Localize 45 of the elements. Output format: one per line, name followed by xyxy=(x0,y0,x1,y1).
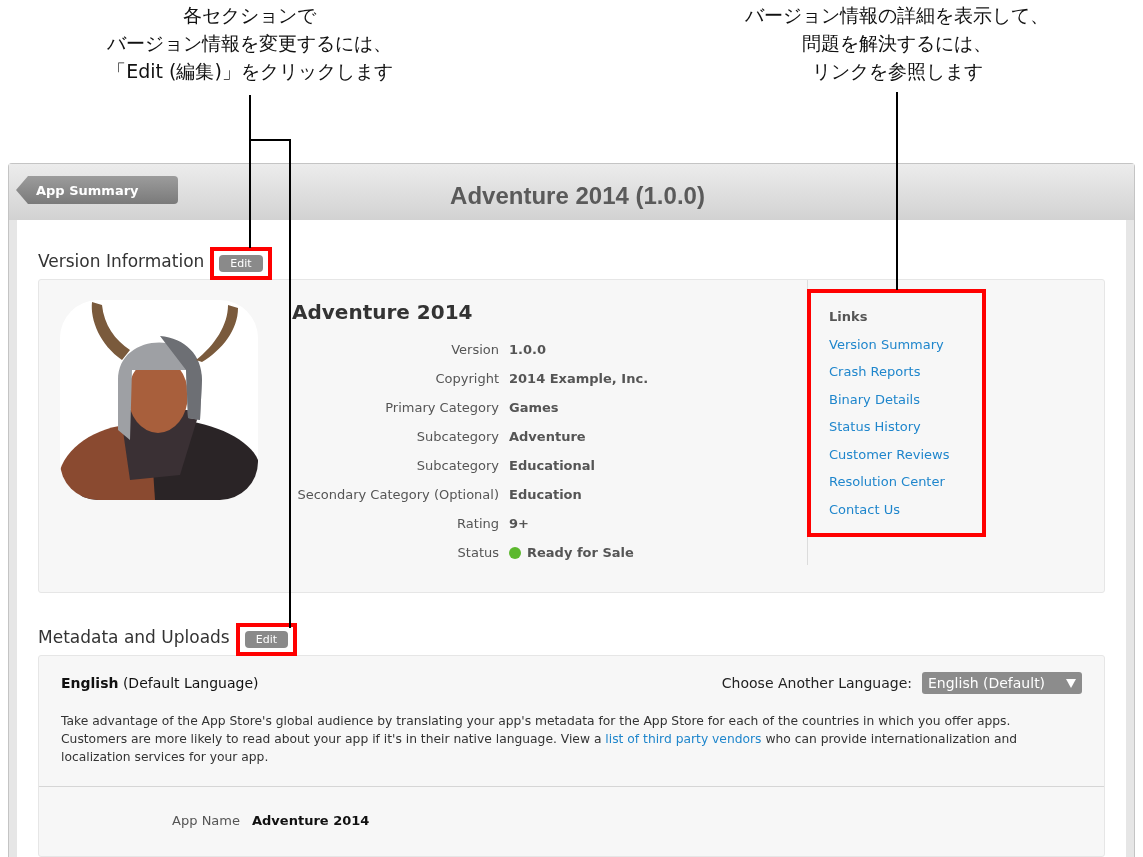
detail-value: Educational xyxy=(509,457,596,475)
edit-button[interactable]: Edit xyxy=(244,631,289,648)
section-title: Metadata and Uploads xyxy=(38,627,230,649)
callout-text: 問題を解決するには、 xyxy=(801,31,993,56)
language-select[interactable]: English (Default) xyxy=(922,672,1082,694)
link[interactable]: Contact Us xyxy=(829,499,982,519)
app-title: Adventure 2014 xyxy=(292,300,474,324)
edit-button[interactable]: Edit xyxy=(219,255,263,272)
link[interactable]: Crash Reports xyxy=(829,362,982,382)
detail-label: Copyright xyxy=(434,370,499,388)
link[interactable]: Resolution Center xyxy=(829,472,982,492)
detail-label: Subcategory xyxy=(415,457,499,475)
detail-value: 9+ xyxy=(509,515,530,533)
link[interactable]: Status History xyxy=(829,417,982,437)
description-text: Take advantage of the App Store's global audience by translating your app's metadata for the App Store for each of the countries in which you offer apps. Customers are more likely to read about your app if it's in their native language. View a list of third party vendors who can provide internationalization and localization services for your app. xyxy=(39,694,1104,787)
detail-value: Games xyxy=(509,399,560,417)
link[interactable]: Version Summary xyxy=(829,334,982,354)
back-button[interactable]: App Summary xyxy=(16,176,178,204)
detail-label: Primary Category xyxy=(384,399,499,417)
detail-label: Secondary Category (Optional) xyxy=(296,486,499,504)
link[interactable]: Binary Details xyxy=(829,389,982,409)
detail-label: Rating xyxy=(456,515,499,533)
field-value: Adventure 2014 xyxy=(252,813,371,828)
detail-value: Education xyxy=(509,486,583,504)
detail-label: Status xyxy=(456,544,499,562)
choose-language-label: Choose Another Language: xyxy=(721,675,912,691)
detail-label: Version xyxy=(450,341,499,359)
language-label: English (Default Language) xyxy=(61,675,259,691)
vendors-link[interactable]: list of third party vendors xyxy=(605,732,762,746)
detail-value: 2014 Example, Inc. xyxy=(509,370,650,388)
detail-value: Adventure xyxy=(509,428,587,446)
section-title: Version Information xyxy=(38,251,205,273)
detail-label: Subcategory xyxy=(415,428,499,446)
callout-text: バージョン情報を変更するには、 xyxy=(107,31,393,56)
callout-text: リンクを参照します xyxy=(810,59,984,84)
field-label: App Name xyxy=(171,813,240,828)
callout-text: 各セクションで xyxy=(182,3,318,28)
detail-value: 1.0.0 xyxy=(509,341,547,359)
callout-text: バージョン情報の詳細を表示して、 xyxy=(745,3,1049,28)
callout-text: 「Edit (編集)」をクリックします xyxy=(107,59,393,84)
detail-value: Ready for Sale xyxy=(527,544,634,562)
links-heading: Links xyxy=(829,308,869,326)
link[interactable]: Customer Reviews xyxy=(829,444,982,464)
caret-icon xyxy=(1066,678,1076,688)
page-title: Adventure 2014 (1.0.0) xyxy=(450,182,705,210)
